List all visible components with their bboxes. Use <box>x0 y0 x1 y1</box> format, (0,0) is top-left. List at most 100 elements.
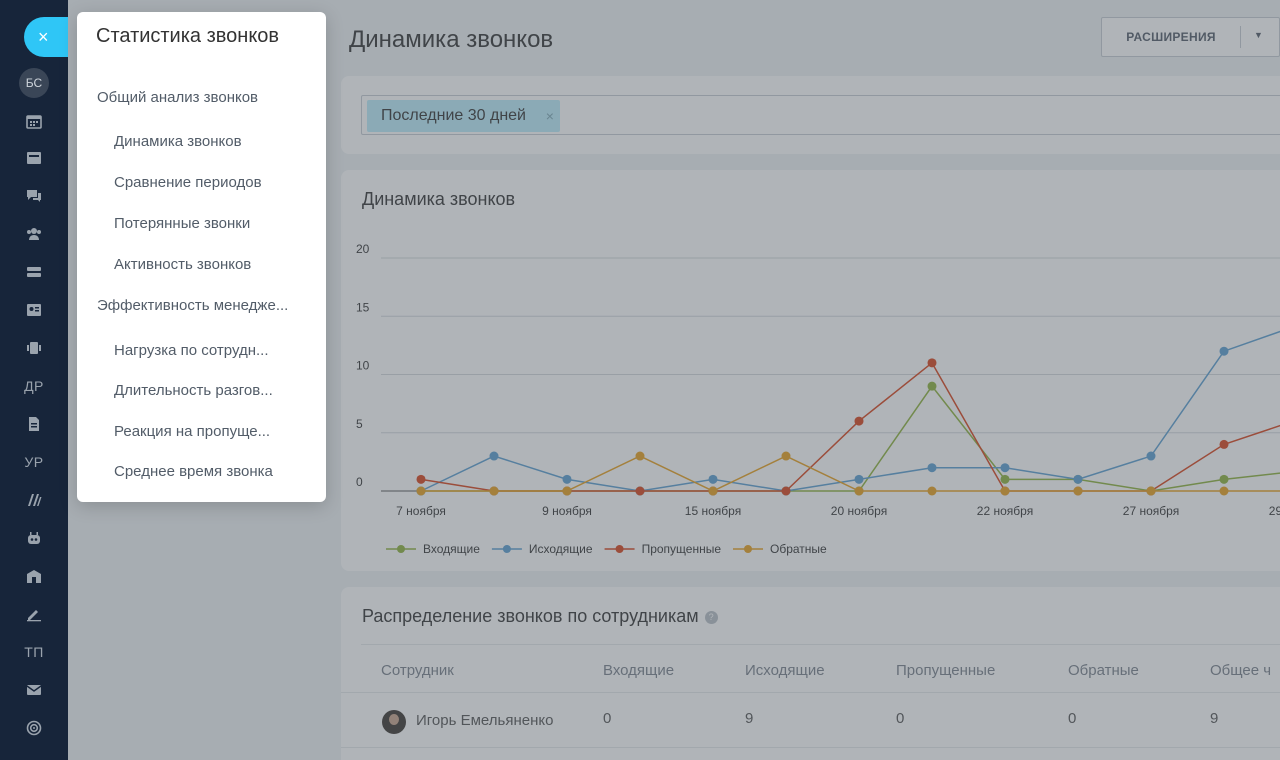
store-icon[interactable] <box>0 568 68 587</box>
y-tick-label: 0 <box>356 475 363 489</box>
data-point <box>1000 486 1010 496</box>
cell-outgoing[interactable]: 9 <box>745 710 753 727</box>
data-point <box>927 463 937 473</box>
filter-chip[interactable]: Последние 30 дней × <box>367 100 560 132</box>
avatar[interactable] <box>382 710 406 734</box>
legend-label: Пропущенные <box>642 542 722 556</box>
cell-callback[interactable]: 0 <box>1068 710 1076 727</box>
filter-chip-label: Последние 30 дней <box>381 107 526 124</box>
legend-marker <box>397 545 405 553</box>
menu-item-compare-periods[interactable]: Сравнение периодов <box>114 174 262 191</box>
table-divider <box>361 644 1280 645</box>
data-point <box>1000 474 1010 484</box>
drive-icon[interactable] <box>0 264 68 283</box>
call-stats-menu: Статистика звонков Общий анализ звонков … <box>77 12 326 502</box>
left-rail: × БС ДР УР ТП <box>0 0 68 760</box>
data-point <box>854 474 864 484</box>
data-point <box>562 486 572 496</box>
legend-label: Исходящие <box>529 542 593 556</box>
data-point <box>635 451 645 461</box>
target-icon[interactable] <box>0 720 68 739</box>
team-icon[interactable] <box>0 226 68 245</box>
data-point <box>781 451 791 461</box>
table-header-divider <box>341 692 1280 693</box>
table-row-divider <box>341 747 1280 748</box>
document-icon[interactable] <box>0 416 68 435</box>
column-header-total[interactable]: Общее ч <box>1210 662 1271 679</box>
chat-icon[interactable] <box>0 188 68 207</box>
column-header-missed[interactable]: Пропущенные <box>896 662 995 679</box>
help-icon[interactable]: ? <box>704 611 718 624</box>
contact-card-icon[interactable] <box>0 302 68 321</box>
data-point <box>1219 346 1229 356</box>
y-tick-label: 10 <box>356 359 370 373</box>
column-header-callback[interactable]: Обратные <box>1068 662 1139 679</box>
data-point <box>708 474 718 484</box>
close-icon[interactable]: × <box>24 17 68 57</box>
rail-item-ur[interactable]: УР <box>0 454 68 470</box>
mail-icon[interactable] <box>0 682 68 701</box>
cell-missed[interactable]: 0 <box>896 710 904 727</box>
menu-item-employee-load[interactable]: Нагрузка по сотрудн... <box>114 342 269 359</box>
data-point <box>562 474 572 484</box>
menu-title: Статистика звонков <box>96 25 280 47</box>
data-point <box>1073 474 1083 484</box>
menu-item-dynamics[interactable]: Динамика звонков <box>114 133 242 150</box>
data-point <box>1000 463 1010 473</box>
y-tick-label: 20 <box>356 242 370 256</box>
calendar-icon[interactable] <box>0 113 68 132</box>
calls-line-chart: 0 5 10 15 20 7 ноября 9 ноября 15 ноября 20 нояб… <box>356 242 1280 556</box>
extensions-button[interactable]: РАСШИРЕНИЯ ▼ <box>1101 17 1280 57</box>
menu-group-overall[interactable]: Общий анализ звонков <box>97 89 258 106</box>
data-point <box>416 474 426 484</box>
x-tick-label: 15 ноября <box>685 504 741 518</box>
data-point <box>1219 486 1229 496</box>
filter-input[interactable]: Последние 30 дней × <box>361 95 1280 135</box>
rail-item-tp[interactable]: ТП <box>0 644 68 660</box>
page-title: Динамика звонков <box>349 26 554 53</box>
cell-total[interactable]: 9 <box>1210 710 1218 727</box>
chip-remove-icon[interactable]: × <box>546 100 554 132</box>
legend-label: Обратные <box>770 542 827 556</box>
chevron-down-icon[interactable]: ▼ <box>1254 30 1263 40</box>
extensions-divider <box>1240 26 1241 48</box>
menu-item-talk-duration[interactable]: Длительность разгов... <box>114 382 273 399</box>
data-point <box>854 416 864 426</box>
column-header-incoming[interactable]: Входящие <box>603 662 674 679</box>
video-icon[interactable] <box>0 340 68 359</box>
legend-marker <box>744 545 752 553</box>
legend-marker <box>502 545 511 553</box>
menu-item-call-activity[interactable]: Активность звонков <box>114 256 251 273</box>
menu-item-lost-calls[interactable]: Потерянные звонки <box>114 215 250 232</box>
user-avatar-item[interactable]: БС <box>0 68 68 98</box>
brand-icon[interactable] <box>0 492 68 511</box>
x-tick-label: 7 ноября <box>396 504 446 518</box>
signature-icon[interactable] <box>0 606 68 625</box>
column-header-employee[interactable]: Сотрудник <box>381 662 454 679</box>
series-line <box>421 384 1280 492</box>
y-tick-label: 15 <box>356 300 370 314</box>
data-point <box>635 486 645 496</box>
employee-name[interactable]: Игорь Емельяненко <box>416 712 553 729</box>
data-point <box>781 486 791 496</box>
data-point <box>416 486 426 496</box>
series-line <box>420 330 1280 492</box>
data-point <box>927 358 937 368</box>
calls-chart-card: Динамика звонков 0 5 10 15 20 7 ноября 9 ноябр… <box>341 170 1280 571</box>
data-point <box>489 451 499 461</box>
table-title: Распределение звонков по сотрудникам? <box>362 606 718 627</box>
data-point <box>1146 486 1156 496</box>
extensions-label: РАСШИРЕНИЯ <box>1126 30 1216 44</box>
data-point <box>1219 439 1229 449</box>
menu-item-avg-call-time[interactable]: Среднее время звонка <box>114 463 273 480</box>
x-tick-label: 29 ноября <box>1269 504 1280 518</box>
rail-item-dr[interactable]: ДР <box>0 378 68 394</box>
robot-icon[interactable] <box>0 530 68 549</box>
cell-incoming[interactable]: 0 <box>603 710 611 727</box>
news-icon[interactable] <box>0 150 68 169</box>
menu-item-missed-reaction[interactable]: Реакция на пропуще... <box>114 423 270 440</box>
data-point <box>854 486 864 496</box>
menu-group-efficiency[interactable]: Эффективность менедже... <box>97 297 288 314</box>
data-point <box>708 486 718 496</box>
column-header-outgoing[interactable]: Исходящие <box>745 662 825 679</box>
